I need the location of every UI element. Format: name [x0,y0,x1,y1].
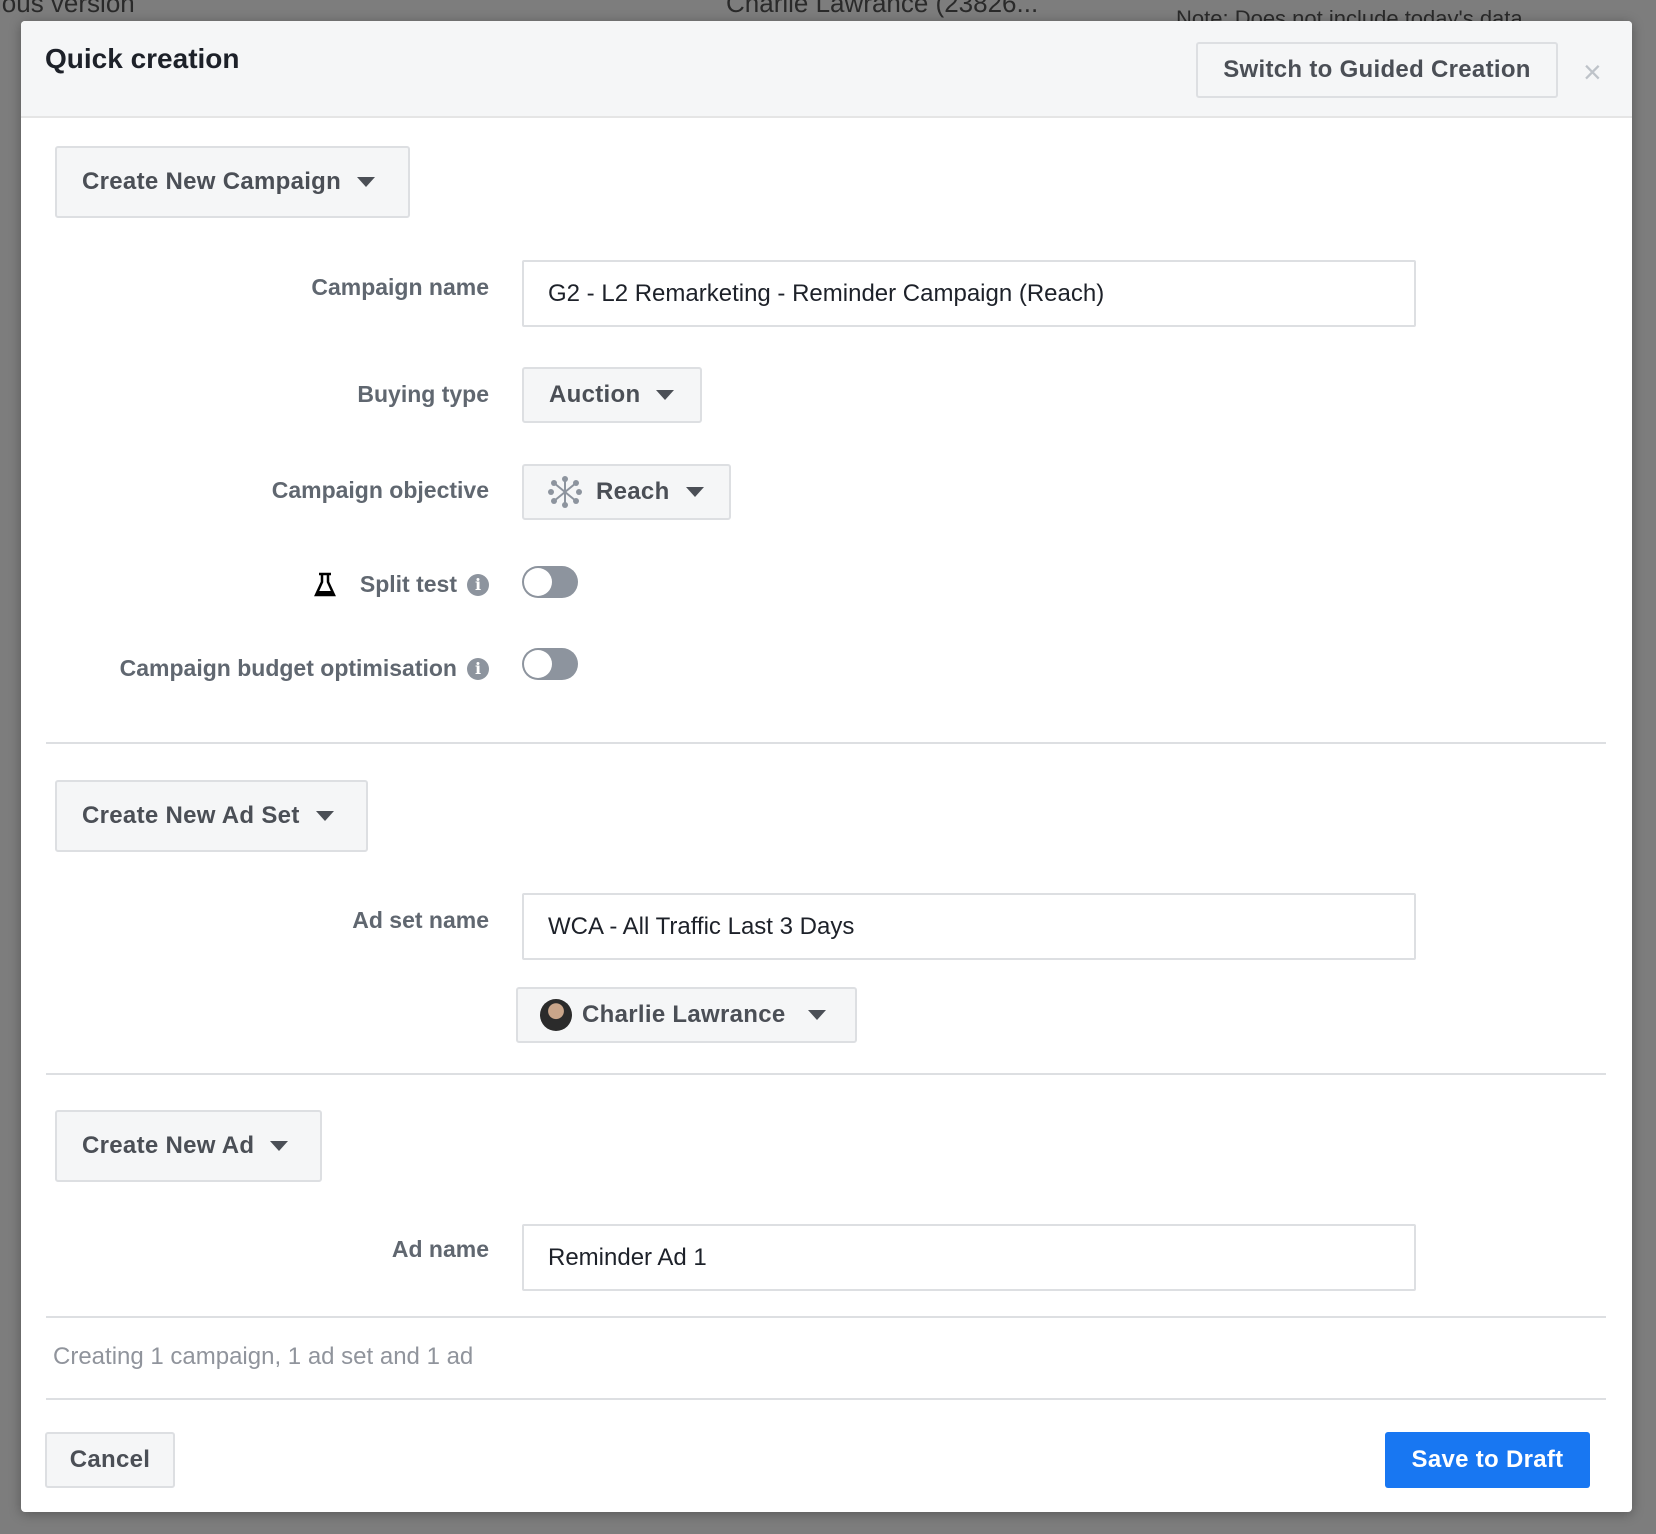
campaign-objective-dropdown[interactable]: Reach [522,464,731,520]
modal-header: Quick creation Switch to Guided Creation… [21,21,1632,118]
create-new-ad-dropdown[interactable]: Create New Ad [55,1110,322,1182]
account-selector: Charlie Lawrance (23826... [726,0,1039,18]
divider [46,742,1606,744]
switch-label: Switch to Guided Creation [1223,56,1531,83]
campaign-objective-label: Campaign objective [271,477,489,503]
ad-name-label: Ad name [391,1236,489,1262]
divider [46,1073,1606,1075]
previous-version-link: ious version [0,0,135,18]
ad-set-name-label: Ad set name [352,907,489,933]
cbo-toggle[interactable] [522,648,578,680]
split-test-toggle[interactable] [522,566,578,598]
caret-down-icon [270,1141,289,1151]
caret-down-icon [807,1010,826,1020]
campaign-name-label: Campaign name [311,274,489,300]
caret-down-icon [315,811,334,821]
caret-down-icon [357,177,376,187]
caret-down-icon [656,390,675,400]
close-icon[interactable]: × [1583,54,1602,91]
cancel-button[interactable]: Cancel [45,1432,175,1488]
ad-name-input[interactable]: Reminder Ad 1 [522,1224,1416,1291]
reach-icon [548,476,582,508]
modal-title: Quick creation [45,43,240,74]
create-new-ad-set-dropdown[interactable]: Create New Ad Set [55,780,368,852]
info-icon[interactable]: i [467,573,489,596]
flask-icon [313,572,336,596]
buying-type-dropdown[interactable]: Auction [522,367,702,423]
save-to-draft-button[interactable]: Save to Draft [1385,1432,1590,1488]
split-test-label: Split test i [313,571,489,598]
campaign-name-input[interactable]: G2 - L2 Remarketing - Reminder Campaign … [522,260,1416,327]
cbo-label: Campaign budget optimisation i [120,655,489,682]
identity-dropdown[interactable]: Charlie Lawrance [516,987,857,1043]
creation-summary: Creating 1 campaign, 1 ad set and 1 ad [53,1343,474,1370]
avatar [540,999,572,1031]
buying-type-label: Buying type [357,381,489,407]
create-campaign-label: Create New Campaign [82,168,342,195]
info-icon[interactable]: i [467,657,489,680]
create-new-campaign-dropdown[interactable]: Create New Campaign [55,146,410,218]
quick-creation-modal: Quick creation Switch to Guided Creation… [21,21,1632,1512]
caret-down-icon [685,487,704,497]
ad-set-name-input[interactable]: WCA - All Traffic Last 3 Days [522,893,1416,960]
divider [46,1316,1606,1318]
divider [46,1398,1606,1400]
switch-to-guided-button[interactable]: Switch to Guided Creation [1196,42,1558,98]
